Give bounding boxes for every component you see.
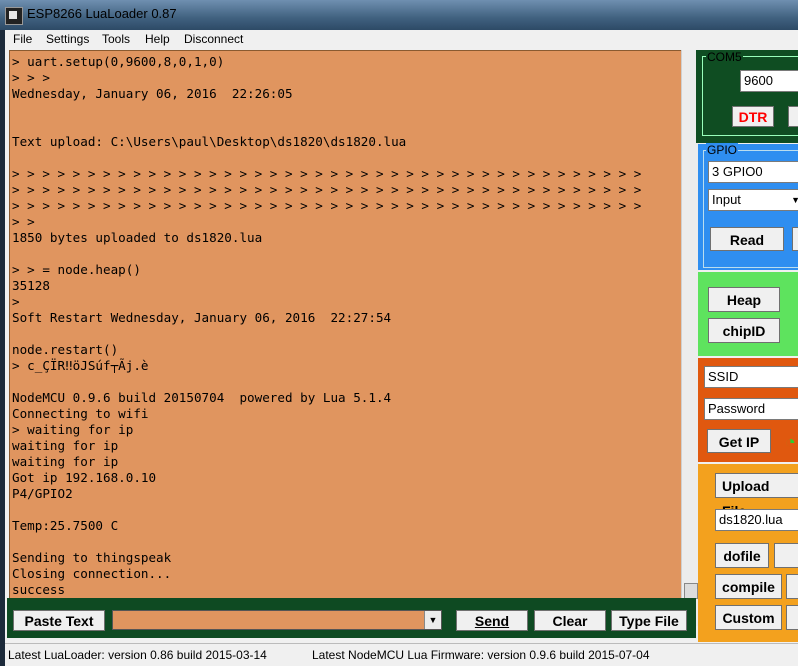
files-extra-button-1[interactable] (774, 543, 798, 568)
get-ip-button[interactable]: Get IP (707, 429, 771, 453)
baud-rate-select[interactable]: 9600 (740, 70, 798, 92)
type-file-button[interactable]: Type File (611, 610, 687, 631)
gpio-mode-select[interactable]: Input ▼ (708, 189, 798, 211)
send-button[interactable]: Send (456, 610, 528, 631)
menu-file[interactable]: File (13, 32, 32, 46)
paste-text-button[interactable]: Paste Text (13, 610, 105, 631)
chipid-button[interactable]: chipID (708, 318, 780, 343)
custom-button[interactable]: Custom (715, 605, 782, 630)
dofile-button[interactable]: dofile (715, 543, 769, 568)
dtr-button[interactable]: DTR (732, 106, 774, 127)
gpio-panel: GPIO 3 GPIO0 Input ▼ Read (698, 143, 798, 270)
ssid-field[interactable]: SSID (704, 366, 798, 388)
gpio-mode-value: Input (712, 192, 741, 207)
com-panel: COM5 9600 DTR (696, 50, 798, 143)
gpio-pin-select[interactable]: 3 GPIO0 (708, 161, 798, 183)
clear-button[interactable]: Clear (534, 610, 606, 631)
command-input[interactable]: ▼ (112, 610, 442, 630)
files-extra-button-2[interactable] (786, 574, 798, 599)
menu-bar: File Settings Tools Help Disconnect (5, 30, 798, 48)
menu-disconnect[interactable]: Disconnect (184, 32, 243, 46)
console-text: > uart.setup(0,9600,8,0,1,0) > > > Wedne… (12, 54, 642, 597)
title-bar: ESP8266 LuaLoader 0.87 (0, 0, 798, 30)
com-label: COM5 (706, 50, 743, 64)
upload-file-button[interactable]: Upload File... (715, 473, 798, 519)
com-extra-button[interactable] (788, 106, 798, 127)
app-icon (5, 7, 23, 25)
console-output[interactable]: > uart.setup(0,9600,8,0,1,0) > > > Wedne… (9, 50, 683, 627)
status-bar: Latest LuaLoader: version 0.86 build 201… (5, 643, 798, 666)
gpio-label: GPIO (706, 143, 739, 157)
chevron-down-icon: ▼ (791, 195, 798, 205)
heap-button[interactable]: Heap (708, 287, 780, 312)
password-field[interactable]: Password (704, 398, 798, 420)
files-extra-button-3[interactable] (786, 605, 798, 630)
menu-tools[interactable]: Tools (102, 32, 130, 46)
command-bar: Paste Text ▼ Send Clear Type File (7, 598, 696, 638)
scrollbar-thumb[interactable] (684, 583, 698, 599)
chevron-down-icon[interactable]: ▼ (424, 611, 441, 629)
filename-select[interactable]: ds1820.lua (715, 509, 798, 531)
wifi-status-icon: ◔ (785, 432, 796, 452)
menu-help[interactable]: Help (145, 32, 170, 46)
status-firmware-version: Latest NodeMCU Lua Firmware: version 0.9… (312, 648, 650, 662)
info-panel: Heap chipID (698, 272, 798, 356)
app-window: File Settings Tools Help Disconnect > ua… (5, 30, 798, 666)
menu-settings[interactable]: Settings (46, 32, 89, 46)
gpio-extra-button[interactable] (792, 227, 798, 251)
window-title: ESP8266 LuaLoader 0.87 (27, 6, 177, 21)
wifi-panel: SSID Password Get IP ◔ (698, 358, 798, 462)
status-lualoader-version: Latest LuaLoader: version 0.86 build 201… (8, 648, 267, 662)
compile-button[interactable]: compile (715, 574, 782, 599)
read-button[interactable]: Read (710, 227, 784, 251)
files-panel: Upload File... ds1820.lua dofile compile… (698, 464, 798, 642)
